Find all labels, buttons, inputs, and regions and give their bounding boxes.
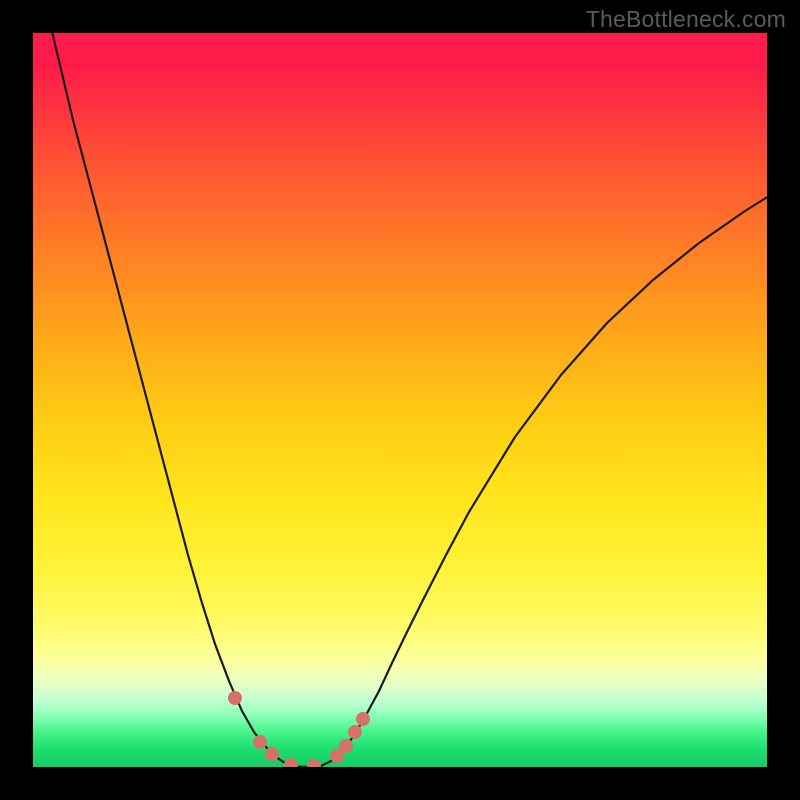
bottleneck-curve-left	[50, 33, 308, 767]
plot-area	[33, 33, 767, 767]
data-markers	[228, 691, 370, 767]
marker-dot	[265, 747, 279, 761]
marker-dot	[348, 725, 362, 739]
marker-dot	[307, 759, 321, 767]
marker-dot	[253, 735, 267, 749]
curve-layer	[33, 33, 767, 767]
watermark-text: TheBottleneck.com	[586, 6, 786, 33]
bottleneck-curve-right	[308, 191, 767, 767]
marker-dot	[339, 739, 353, 753]
marker-dot	[356, 712, 370, 726]
chart-frame: TheBottleneck.com	[0, 0, 800, 800]
marker-dot	[228, 691, 242, 705]
marker-dot	[284, 758, 298, 767]
